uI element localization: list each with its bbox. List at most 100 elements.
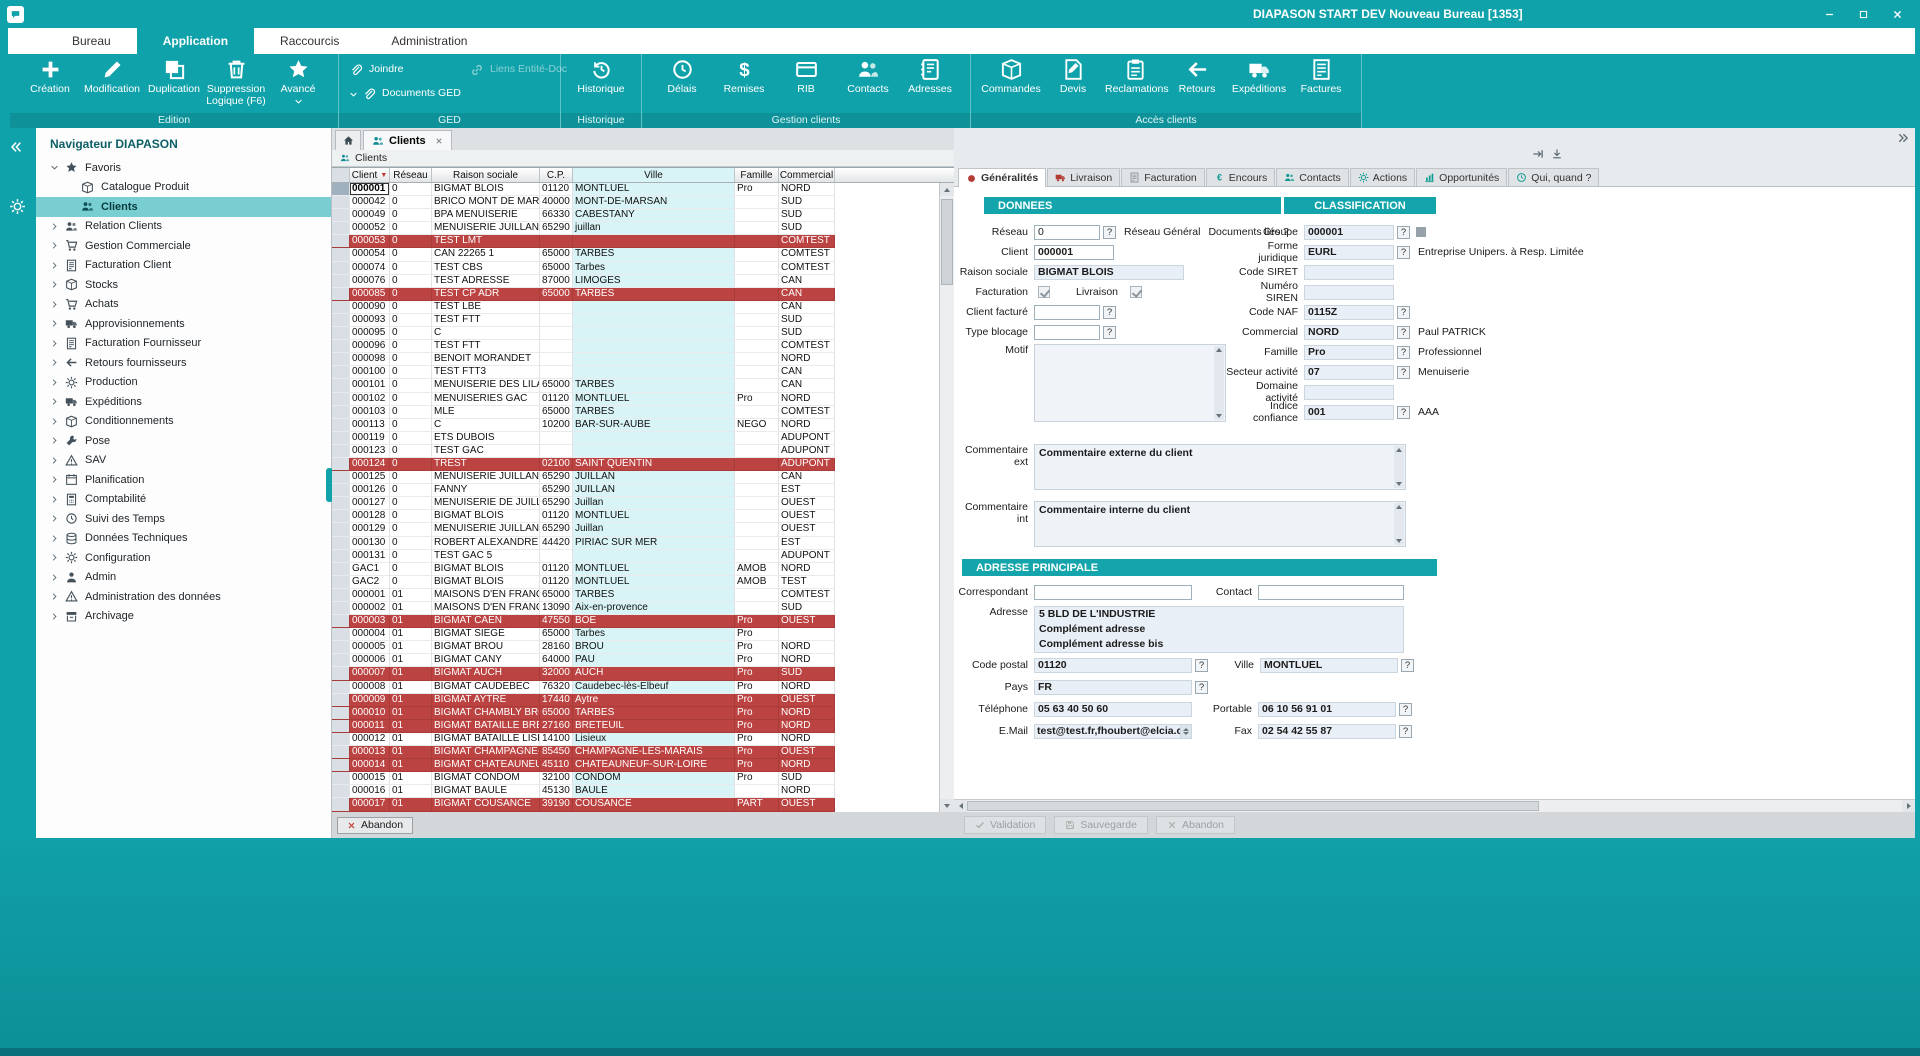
table-row[interactable]: 00000101MAISONS D'EN FRANCE65000TARBESCO…	[332, 589, 939, 602]
tab-generalites[interactable]: Généralités	[958, 168, 1046, 187]
ribbon-button-reclamations[interactable]: Reclamations	[1105, 56, 1165, 96]
scroll-up-button[interactable]	[940, 183, 954, 196]
forme-juridique-input[interactable]: EURL	[1304, 245, 1394, 260]
telephone-input[interactable]: 05 63 40 50 60	[1034, 702, 1192, 717]
table-row[interactable]: 0000520MENUISERIE JUILLAN65290juillanSUD	[332, 222, 939, 235]
secteur-activite-help-button[interactable]: ?	[1397, 366, 1410, 379]
fax-input[interactable]: 02 54 42 55 87	[1258, 724, 1396, 739]
table-row[interactable]: 00001001BIGMAT CHAMBLY BRO65000TARBESPro…	[332, 707, 939, 720]
scroll-up-icon[interactable]	[1396, 448, 1402, 452]
sidebar-item-administration-des-donnees[interactable]: Administration des données	[36, 587, 331, 607]
sidebar-item-configuration[interactable]: Configuration	[36, 548, 331, 568]
correspondant-input[interactable]	[1034, 585, 1192, 600]
ribbon-button-joindre[interactable]: Joindre	[349, 63, 442, 77]
tab-opportunites[interactable]: Opportunités	[1416, 168, 1507, 186]
table-row[interactable]: 0001130C10200BAR-SUR-AUBENEGONORD	[332, 419, 939, 432]
pays-input[interactable]: FR	[1034, 680, 1192, 695]
scroll-down-icon[interactable]	[1216, 414, 1222, 418]
groupe-help-button[interactable]: ?	[1397, 226, 1410, 239]
sidebar-item-donnees-techniques[interactable]: Données Techniques	[36, 529, 331, 549]
table-row[interactable]: 00000301BIGMAT CAEN47550BOEProOUEST	[332, 615, 939, 628]
close-button[interactable]	[1888, 5, 1906, 23]
tab-facturation[interactable]: Facturation	[1121, 168, 1205, 186]
column-header-commercial[interactable]: Commercial	[779, 168, 835, 182]
scrollbar-thumb[interactable]	[967, 801, 1539, 811]
ribbon-button-remises[interactable]: $Remises	[714, 56, 774, 96]
table-row[interactable]: 0000740TEST CBS65000TarbesCOMTEST	[332, 262, 939, 275]
maximize-button[interactable]	[1854, 5, 1872, 23]
table-row[interactable]: 00001301BIGMAT CHAMPAGNE-L85450CHAMPAGNE…	[332, 746, 939, 759]
type-blocage-help-button[interactable]: ?	[1103, 326, 1116, 339]
facturation-checkbox[interactable]	[1038, 286, 1050, 298]
sidebar-item-suivi-des-temps[interactable]: Suivi des Temps	[36, 509, 331, 529]
ribbon-button-modification[interactable]: Modification	[82, 56, 142, 109]
table-row[interactable]: 0001300ROBERT ALEXANDRE E44420PIRIAC SUR…	[332, 537, 939, 550]
table-row[interactable]: 0001010MENUISERIE DES LILAS65000TARBESCA…	[332, 379, 939, 392]
code-naf-help-button[interactable]: ?	[1397, 306, 1410, 319]
table-row[interactable]: 0000850TEST CP ADR65000TARBESCAN	[332, 288, 939, 301]
ribbon-button-documents-ged[interactable]: Documents GED	[349, 87, 442, 101]
indice-confiance-input[interactable]: 001	[1304, 405, 1394, 420]
code-postal-help-button[interactable]: ?	[1195, 659, 1208, 672]
sidebar-item-retours-fournisseurs[interactable]: Retours fournisseurs	[36, 353, 331, 373]
contact-input[interactable]	[1258, 585, 1404, 600]
motif-textarea[interactable]	[1034, 344, 1226, 422]
tab-qui-quand[interactable]: Qui, quand ?	[1508, 168, 1599, 186]
table-row[interactable]: 0000930TEST FTTSUD	[332, 314, 939, 327]
portable-input[interactable]: 06 10 56 91 01	[1258, 702, 1396, 717]
minimize-button[interactable]	[1820, 5, 1838, 23]
menu-tab-administration[interactable]: Administration	[365, 28, 493, 54]
scroll-down-icon[interactable]	[1396, 539, 1402, 543]
column-header-ville[interactable]: Ville	[573, 168, 735, 182]
menu-tab-application[interactable]: Application	[137, 28, 254, 54]
ribbon-button-suppression-logique-f6[interactable]: Suppression Logique (F6)	[206, 56, 266, 109]
table-row[interactable]: 00001201BIGMAT BATAILLE LISIE14100Lisieu…	[332, 733, 939, 746]
sidebar-item-clients[interactable]: Clients	[36, 197, 331, 217]
livraison-checkbox[interactable]	[1130, 286, 1142, 298]
commentaire-ext-textarea[interactable]: Commentaire externe du client	[1034, 444, 1406, 490]
table-row[interactable]: 00000701BIGMAT AUCH32000AUCHProSUD	[332, 667, 939, 680]
table-row[interactable]: 00001101BIGMAT BATAILLE BRET27160BRETEUI…	[332, 720, 939, 733]
tab-encours[interactable]: €Encours	[1206, 168, 1276, 186]
portable-help-button[interactable]: ?	[1399, 703, 1412, 716]
numero-siren-input[interactable]	[1304, 285, 1394, 300]
column-header-raison-sociale[interactable]: Raison sociale	[432, 168, 540, 182]
sidebar-item-gestion-commerciale[interactable]: Gestion Commerciale	[36, 236, 331, 256]
commentaire-int-textarea[interactable]: Commentaire interne du client	[1034, 501, 1406, 547]
expand-panel-button[interactable]	[1897, 131, 1909, 149]
raison-sociale-input[interactable]: BIGMAT BLOIS	[1034, 265, 1184, 280]
abandon-button[interactable]: Abandon	[337, 817, 413, 834]
table-row[interactable]: 00001401BIGMAT CHATEAUNEUF45110CHATEAUNE…	[332, 759, 939, 772]
ville-input[interactable]: MONTLUEL	[1260, 658, 1398, 673]
forme-juridique-help-button[interactable]: ?	[1397, 246, 1410, 259]
code-postal-input[interactable]: 01120	[1034, 658, 1192, 673]
ribbon-button-contacts[interactable]: Contacts	[838, 56, 898, 96]
column-header-famille[interactable]: Famille	[735, 168, 779, 182]
pays-help-button[interactable]: ?	[1195, 681, 1208, 694]
reseau-input[interactable]: 0	[1034, 225, 1100, 240]
sidebar-item-admin[interactable]: Admin	[36, 568, 331, 588]
table-row[interactable]: 00000501BIGMAT BROU28160BROUProNORD	[332, 641, 939, 654]
table-row[interactable]: 00000201MAISONS D'EN FRANCE13090Aix-en-p…	[332, 602, 939, 615]
sidebar-item-pose[interactable]: Pose	[36, 431, 331, 451]
groupe-input[interactable]: 000001	[1304, 225, 1394, 240]
sidebar-item-archivage[interactable]: Archivage	[36, 607, 331, 627]
table-row[interactable]: 00000601BIGMAT CANY64000PAUProNORD	[332, 654, 939, 667]
sidebar-item-planification[interactable]: Planification	[36, 470, 331, 490]
table-row[interactable]: 0001020MENUISERIES GAC01120MONTLUELProNO…	[332, 393, 939, 406]
scroll-up-icon[interactable]	[1396, 505, 1402, 509]
sidebar-item-stocks[interactable]: Stocks	[36, 275, 331, 295]
ribbon-button-historique[interactable]: Historique	[571, 56, 631, 96]
client-facture-input[interactable]	[1034, 305, 1100, 320]
table-row[interactable]: 0000760TEST ADRESSE87000LIMOGESCAN	[332, 275, 939, 288]
client-input[interactable]: 000001	[1034, 245, 1114, 260]
table-row[interactable]: 0001250MENUISERIE JUILLANAIS65290JUILLAN…	[332, 471, 939, 484]
adresse-line1[interactable]: 5 BLD DE L'INDUSTRIE	[1035, 607, 1403, 622]
sidebar-item-production[interactable]: Production	[36, 373, 331, 393]
tab-actions[interactable]: Actions	[1350, 168, 1415, 186]
sidebar-item-comptabilite[interactable]: Comptabilité	[36, 490, 331, 510]
scroll-left-button[interactable]	[954, 800, 967, 812]
client-facture-help-button[interactable]: ?	[1103, 306, 1116, 319]
table-row[interactable]: 0001270MENUISERIE DE JUILLAN65290Juillan…	[332, 497, 939, 510]
ribbon-button-rib[interactable]: RIB	[776, 56, 836, 96]
